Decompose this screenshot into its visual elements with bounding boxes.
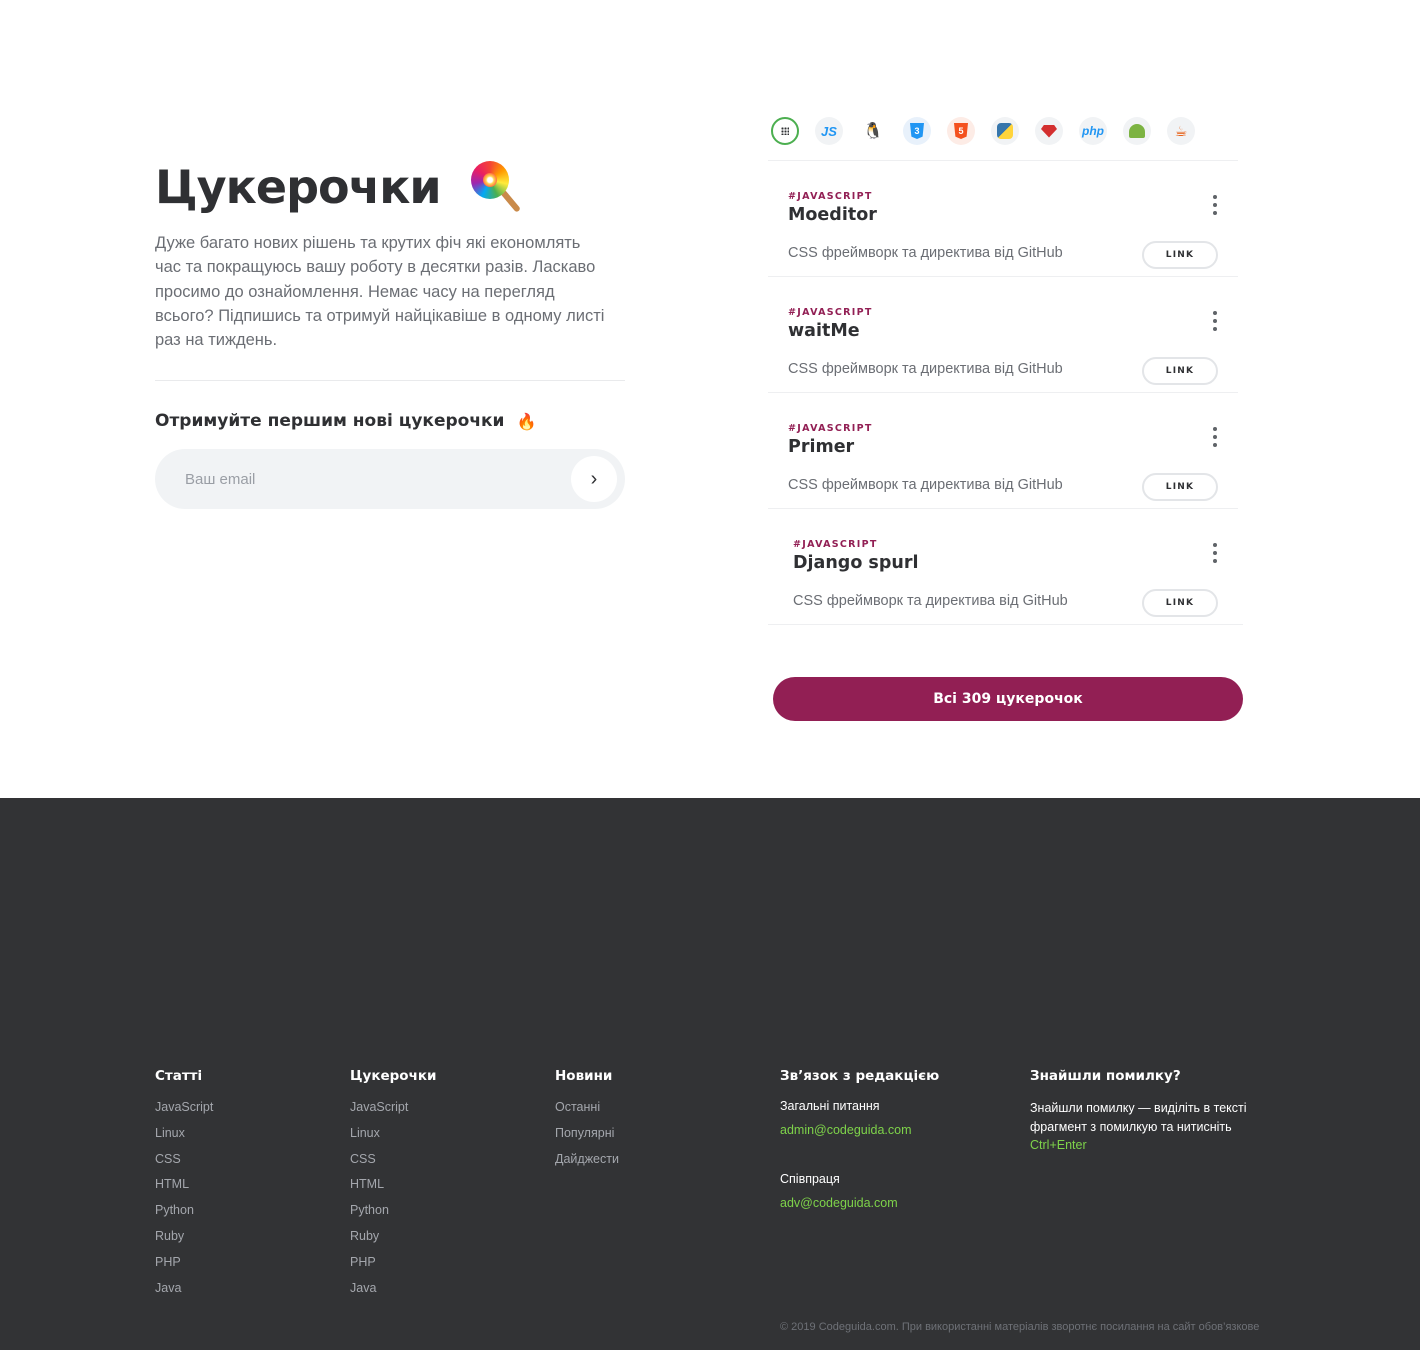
filter-javascript-icon[interactable]: JS — [815, 117, 843, 145]
lollipop-icon — [469, 159, 525, 215]
footer-link[interactable]: CSS — [350, 1151, 436, 1177]
footer-link[interactable]: Останні — [555, 1099, 619, 1125]
footer-link[interactable]: JavaScript — [350, 1099, 436, 1125]
subscribe-form: › — [155, 449, 625, 510]
candies-panel: JS 🐧 3 5 php ☕ #JAVASCRIPT Moeditor CSS … — [768, 113, 1243, 721]
footer-heading: Статті — [155, 1068, 203, 1084]
hero-description: Дуже багато нових рішень та крутих фіч я… — [155, 234, 605, 350]
email-input[interactable] — [185, 470, 555, 488]
footer-link[interactable]: Ruby — [350, 1228, 436, 1254]
footer-error-column: Знайшли помилку? Знайшли помилку — виділ… — [1030, 1068, 1260, 1155]
filter-html-icon[interactable]: 5 — [947, 117, 975, 145]
footer-link[interactable]: Дайджести — [555, 1151, 619, 1177]
contact-partner-email[interactable]: adv@codeguida.com — [780, 1196, 939, 1210]
contact-partner-label: Співпраця — [780, 1172, 840, 1186]
more-vertical-icon[interactable] — [1210, 311, 1220, 331]
footer-link[interactable]: Python — [350, 1202, 436, 1228]
card-description: CSS фреймворк та директива від GitHub — [788, 245, 1063, 261]
card-description: CSS фреймворк та директива від GitHub — [788, 361, 1063, 377]
filter-java-icon[interactable]: ☕ — [1167, 117, 1195, 145]
card-link-button[interactable]: LINK — [1142, 241, 1218, 269]
footer-link[interactable]: Python — [155, 1202, 213, 1228]
candy-card: #JAVASCRIPT Django spurl CSS фреймворк т… — [768, 509, 1243, 625]
footer-contact-column: Зв’язок з редакцією Загальні питання adm… — [780, 1068, 939, 1210]
candy-card: #JAVASCRIPT waitMe CSS фреймворк та дире… — [768, 277, 1238, 393]
filter-ruby-icon[interactable] — [1035, 117, 1063, 145]
footer-candies-column: Цукерочки JavaScript Linux CSS HTML Pyth… — [350, 1068, 436, 1305]
card-tag[interactable]: #JAVASCRIPT — [788, 307, 873, 318]
subscribe-heading: Отримуйте першим нові цукерочки 🔥 — [155, 411, 625, 431]
footer-link[interactable]: PHP — [155, 1254, 213, 1280]
card-tag[interactable]: #JAVASCRIPT — [793, 539, 878, 550]
error-report-shortcut: Ctrl+Enter — [1030, 1138, 1087, 1152]
contact-general-email[interactable]: admin@codeguida.com — [780, 1123, 939, 1137]
card-title[interactable]: Django spurl — [793, 553, 918, 573]
more-vertical-icon[interactable] — [1210, 195, 1220, 215]
filter-python-icon[interactable] — [991, 117, 1019, 145]
filter-linux-icon[interactable]: 🐧 — [859, 117, 887, 145]
fire-icon: 🔥 — [516, 411, 537, 431]
category-filters: JS 🐧 3 5 php ☕ — [768, 113, 1243, 149]
footer-link[interactable]: Java — [350, 1280, 436, 1306]
contact-general-label: Загальні питання — [780, 1099, 880, 1113]
card-description: CSS фреймворк та директива від GitHub — [793, 593, 1068, 609]
footer-heading: Знайшли помилку? — [1030, 1068, 1181, 1084]
candy-card: #JAVASCRIPT Moeditor CSS фреймворк та ди… — [768, 161, 1238, 277]
card-title[interactable]: Primer — [788, 437, 854, 457]
card-title[interactable]: Moeditor — [788, 205, 877, 225]
card-link-button[interactable]: LINK — [1142, 357, 1218, 385]
footer-link[interactable]: JavaScript — [155, 1099, 213, 1125]
hero-heading: Цукерочки — [155, 155, 625, 219]
card-tag[interactable]: #JAVASCRIPT — [788, 191, 873, 202]
footer-heading: Новини — [555, 1068, 613, 1084]
chevron-right-icon: › — [590, 467, 598, 490]
filter-php-icon[interactable]: php — [1079, 117, 1107, 145]
hero-section: Цукерочки Дуже багато нових рішень та кр… — [155, 155, 625, 510]
filter-android-icon[interactable] — [1123, 117, 1151, 145]
candy-card: #JAVASCRIPT Primer CSS фреймворк та дире… — [768, 393, 1238, 509]
footer-link[interactable]: PHP — [350, 1254, 436, 1280]
footer-link[interactable]: HTML — [350, 1176, 436, 1202]
card-link-button[interactable]: LINK — [1142, 589, 1218, 617]
page-title: Цукерочки — [155, 160, 442, 214]
footer-heading: Зв’язок з редакцією — [780, 1068, 940, 1084]
copyright: © 2019 Codeguida.com. При використанні м… — [780, 1321, 1260, 1333]
card-link-button[interactable]: LINK — [1142, 473, 1218, 501]
footer-link[interactable]: Ruby — [155, 1228, 213, 1254]
footer-link[interactable]: HTML — [155, 1176, 213, 1202]
error-report-text: Знайшли помилку — виділіть в тексті фраг… — [1030, 1099, 1260, 1155]
filter-all-icon[interactable] — [771, 117, 799, 145]
all-candies-button[interactable]: Всі 309 цукерочок — [773, 677, 1243, 721]
card-tag[interactable]: #JAVASCRIPT — [788, 423, 873, 434]
error-report-description: Знайшли помилку — виділіть в тексті фраг… — [1030, 1101, 1247, 1134]
footer-articles-column: Статті JavaScript Linux CSS HTML Python … — [155, 1068, 213, 1305]
footer-news-column: Новини Останні Популярні Дайджести — [555, 1068, 619, 1176]
more-vertical-icon[interactable] — [1210, 543, 1220, 563]
footer-link[interactable]: CSS — [155, 1151, 213, 1177]
footer-link[interactable]: Java — [155, 1280, 213, 1306]
footer-link[interactable]: Linux — [350, 1125, 436, 1151]
footer-link[interactable]: Популярні — [555, 1125, 619, 1151]
card-description: CSS фреймворк та директива від GitHub — [788, 477, 1063, 493]
footer-link[interactable]: Linux — [155, 1125, 213, 1151]
footer: Статті JavaScript Linux CSS HTML Python … — [0, 798, 1420, 1350]
footer-heading: Цукерочки — [350, 1068, 437, 1084]
candies-list: #JAVASCRIPT Moeditor CSS фреймворк та ди… — [768, 161, 1243, 625]
divider — [155, 380, 625, 382]
subscribe-submit-button[interactable]: › — [571, 456, 617, 503]
filter-css-icon[interactable]: 3 — [903, 117, 931, 145]
card-title[interactable]: waitMe — [788, 321, 860, 341]
subscribe-title: Отримуйте першим нові цукерочки — [155, 411, 505, 432]
more-vertical-icon[interactable] — [1210, 427, 1220, 447]
